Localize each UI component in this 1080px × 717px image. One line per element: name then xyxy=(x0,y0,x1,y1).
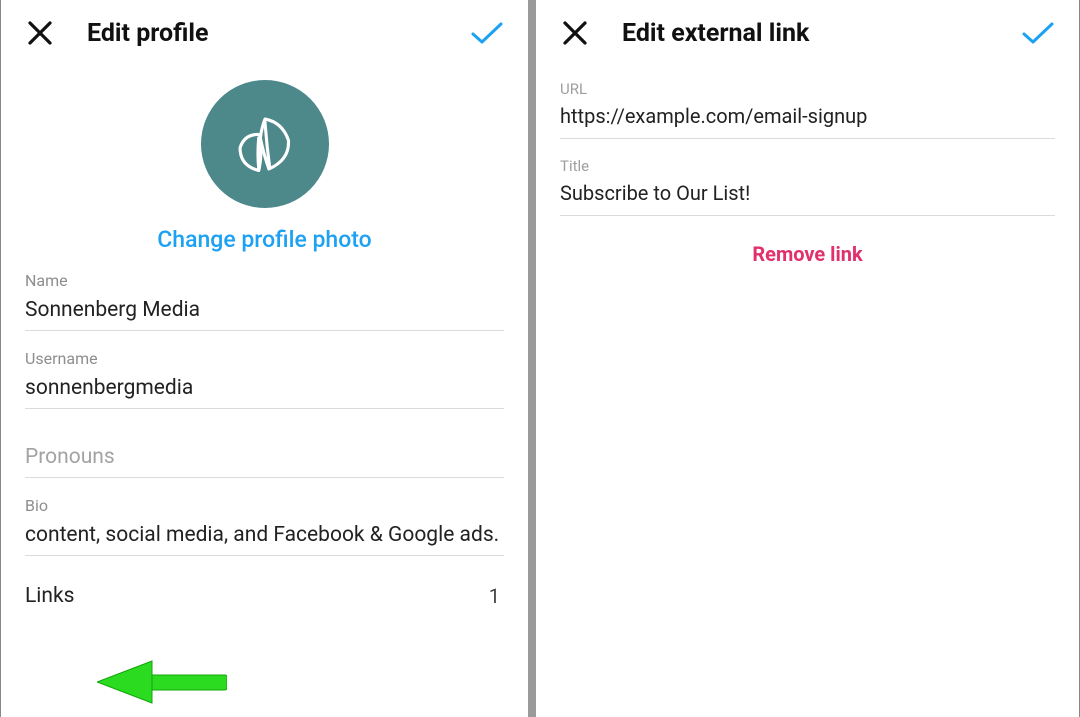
page-title: Edit profile xyxy=(87,19,470,48)
title-label: Title xyxy=(560,157,1055,175)
title-field: Title xyxy=(560,157,1055,216)
bio-label: Bio xyxy=(25,496,504,515)
edit-external-link-screen: Edit external link URL Title Remove link xyxy=(536,0,1080,717)
avatar-section: Change profile photo xyxy=(1,80,528,253)
links-row[interactable]: Links 1 xyxy=(25,584,504,614)
links-count: 1 xyxy=(489,584,500,608)
change-photo-link[interactable]: Change profile photo xyxy=(157,226,371,253)
name-field: Name xyxy=(25,271,504,331)
page-title: Edit external link xyxy=(622,19,1021,48)
pronouns-field[interactable]: Pronouns xyxy=(25,427,504,478)
username-label: Username xyxy=(25,349,504,368)
name-label: Name xyxy=(25,271,504,290)
link-form: URL Title Remove link xyxy=(536,80,1079,266)
username-field: Username xyxy=(25,349,504,409)
edit-profile-screen: Edit profile Change profile photo Name U… xyxy=(0,0,528,717)
form-section: Name Username Pronouns Bio Links 1 xyxy=(1,271,528,614)
header-right: Edit external link xyxy=(536,0,1079,62)
arrow-annotation xyxy=(97,657,227,707)
confirm-icon[interactable] xyxy=(470,19,504,47)
confirm-icon[interactable] xyxy=(1021,19,1055,47)
name-input[interactable] xyxy=(25,296,504,331)
remove-link-button[interactable]: Remove link xyxy=(560,242,1055,266)
url-field: URL xyxy=(560,80,1055,139)
close-icon[interactable] xyxy=(25,18,55,48)
links-label: Links xyxy=(25,584,75,608)
header-left: Edit profile xyxy=(1,0,528,62)
profile-avatar[interactable] xyxy=(201,80,329,208)
bio-field: Bio xyxy=(25,496,504,556)
url-label: URL xyxy=(560,80,1055,98)
pronouns-placeholder: Pronouns xyxy=(25,427,504,478)
close-icon[interactable] xyxy=(560,18,590,48)
username-input[interactable] xyxy=(25,374,504,409)
bio-input[interactable] xyxy=(25,521,504,556)
title-input[interactable] xyxy=(560,179,1055,216)
url-input[interactable] xyxy=(560,102,1055,139)
